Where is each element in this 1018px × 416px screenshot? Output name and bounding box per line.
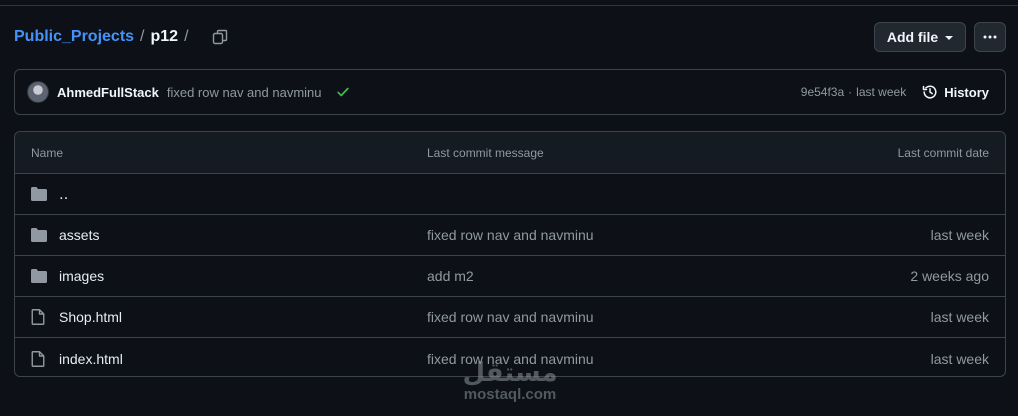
top-divider	[0, 0, 1018, 6]
file-icon	[31, 350, 49, 367]
commit-time: last week	[856, 85, 907, 99]
avatar[interactable]	[27, 81, 49, 103]
file-name-link[interactable]: Shop.html	[59, 309, 122, 325]
triangle-down-icon	[945, 36, 954, 40]
history-button[interactable]: History	[922, 84, 989, 100]
kebab-horizontal-icon	[983, 35, 997, 39]
add-file-label: Add file	[886, 29, 939, 45]
commit-date: last week	[930, 227, 989, 243]
breadcrumb-separator: /	[184, 28, 189, 45]
commit-message[interactable]: fixed row nav and navminu	[167, 85, 322, 100]
file-navigation: Public_Projects / p12 / Add file	[14, 21, 1006, 53]
meta-separator: ·	[848, 85, 853, 99]
mostaql-watermark: مستقل mostaql.com	[440, 358, 580, 404]
file-name-link[interactable]: assets	[59, 227, 99, 243]
commit-hash[interactable]: 9e54f3a	[801, 85, 844, 99]
commit-date: 2 weeks ago	[910, 268, 989, 284]
add-file-button[interactable]: Add file	[874, 22, 966, 52]
copy-path-button[interactable]	[209, 26, 231, 48]
latest-commit-bar: AhmedFullStack fixed row nav and navminu…	[14, 69, 1006, 115]
table-row[interactable]: images add m2 2 weeks ago	[15, 256, 1005, 297]
check-icon[interactable]	[336, 85, 350, 99]
commit-meta: 9e54f3a · last week	[801, 85, 906, 99]
history-label: History	[944, 84, 989, 100]
commit-author[interactable]: AhmedFullStack	[57, 85, 159, 100]
commit-message-link[interactable]: fixed row nav and navminu	[427, 309, 594, 325]
file-name-link[interactable]: index.html	[59, 351, 123, 367]
parent-directory-link[interactable]: ‥	[59, 186, 68, 203]
header-name: Name	[31, 145, 64, 160]
folder-icon	[31, 268, 49, 284]
watermark-latin: mostaql.com	[463, 386, 557, 403]
more-options-button[interactable]	[974, 22, 1006, 52]
breadcrumb-separator: /	[140, 28, 145, 45]
table-row[interactable]: assets fixed row nav and navminu last we…	[15, 215, 1005, 256]
file-name-link[interactable]: images	[59, 268, 104, 284]
copy-icon	[212, 29, 227, 45]
breadcrumb: Public_Projects / p12 /	[14, 28, 195, 46]
history-icon	[922, 85, 937, 99]
commit-date: last week	[930, 350, 989, 367]
file-icon	[31, 309, 49, 325]
file-table: Name Last commit message Last commit dat…	[14, 131, 1006, 377]
breadcrumb-repo-link[interactable]: Public_Projects	[14, 28, 134, 46]
watermark-arabic: مستقل	[462, 357, 558, 387]
header-last-commit-message: Last commit message	[427, 145, 544, 160]
header-last-commit-date: Last commit date	[897, 145, 989, 160]
commit-message-link[interactable]: fixed row nav and navminu	[427, 227, 594, 243]
table-row[interactable]: Shop.html fixed row nav and navminu last…	[15, 297, 1005, 338]
commit-message-link[interactable]: add m2	[427, 268, 474, 284]
folder-icon	[31, 227, 49, 243]
file-table-header: Name Last commit message Last commit dat…	[15, 132, 1005, 174]
folder-icon	[31, 186, 49, 202]
breadcrumb-current-folder: p12	[150, 28, 179, 45]
commit-date: last week	[930, 309, 989, 325]
table-row-parent-directory[interactable]: ‥	[15, 174, 1005, 215]
